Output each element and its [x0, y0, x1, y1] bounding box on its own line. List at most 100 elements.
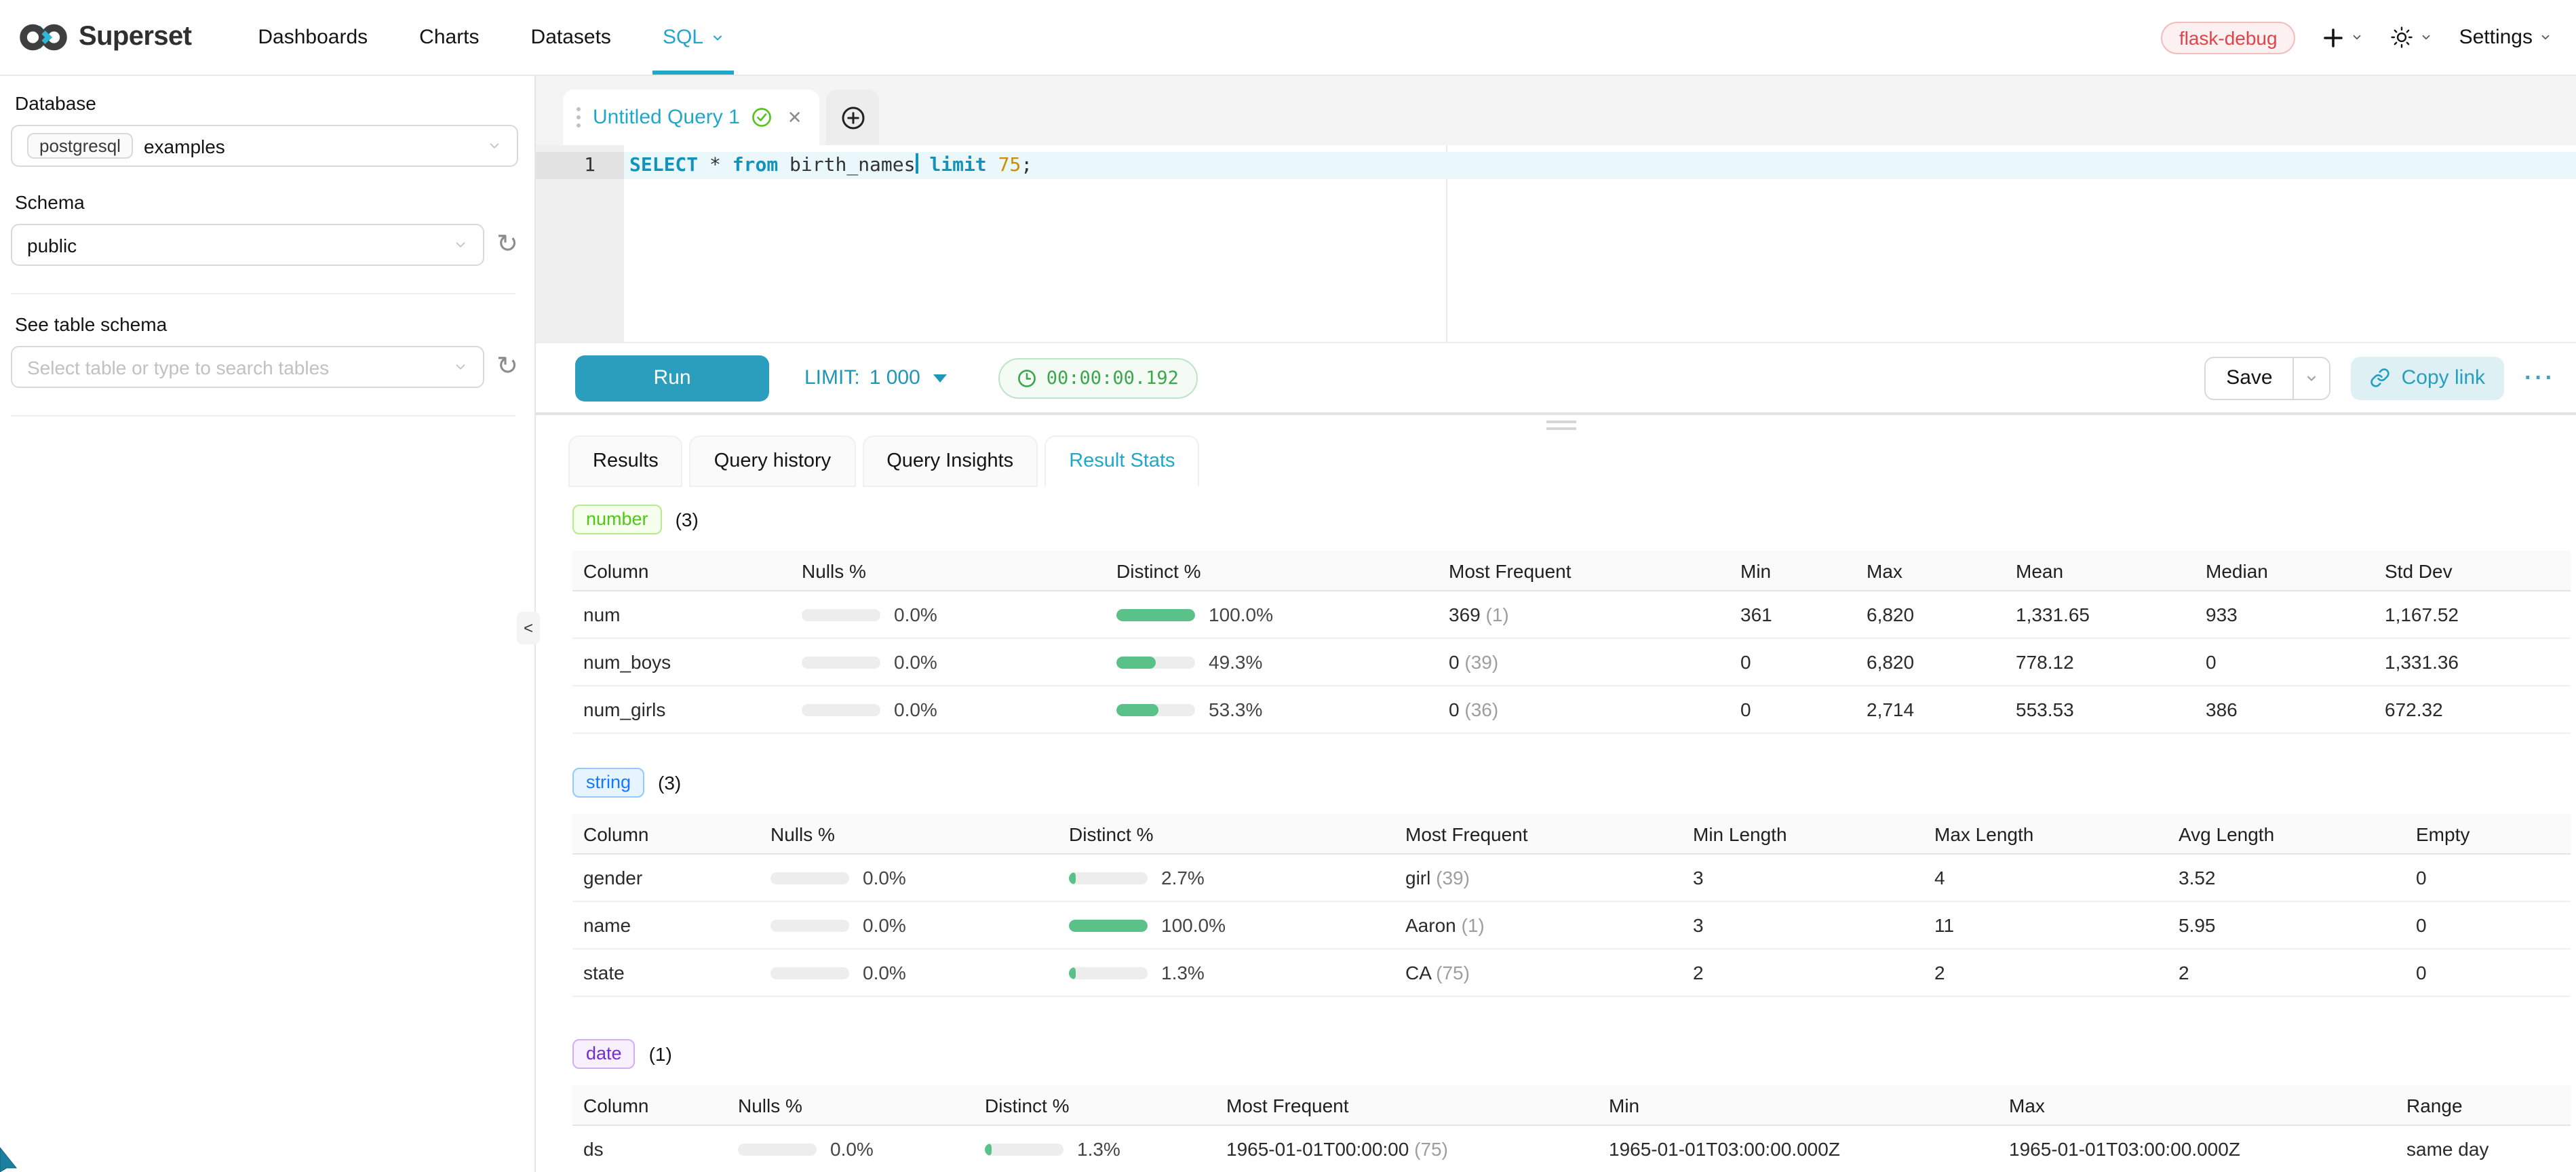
column-header: Min	[1730, 560, 1856, 581]
save-button[interactable]: Save	[2206, 357, 2292, 398]
percent-label: 0.0%	[894, 651, 937, 673]
cell-column-name: ds	[572, 1138, 727, 1160]
percent-bar	[1116, 656, 1195, 668]
limit-dropdown[interactable]: LIMIT: 1 000	[804, 366, 948, 389]
percent-bar-fill	[1069, 872, 1075, 884]
db-dialect-tag: postgresql	[27, 133, 133, 159]
percent-bar	[802, 656, 880, 668]
column-header: Avg Length	[2168, 823, 2405, 844]
column-header: Distinct %	[1106, 560, 1438, 581]
cell-percent: 0.0%	[791, 699, 1106, 720]
cell-value: 6,820	[1856, 604, 2005, 625]
collapse-sidebar-button[interactable]: <	[517, 612, 540, 644]
column-header: Median	[2195, 560, 2374, 581]
query-tab[interactable]: Untitled Query 1 ✕	[563, 90, 820, 145]
stats-section-string: string(3)ColumnNulls %Distinct %Most Fre…	[572, 768, 2571, 997]
percent-bar	[1116, 703, 1195, 716]
stats-table: ColumnNulls %Distinct %Most FrequentMinM…	[572, 1085, 2571, 1172]
new-query-tab-button[interactable]	[827, 90, 880, 145]
cell-percent: 0.0%	[760, 914, 1058, 936]
schema-label: Schema	[15, 191, 518, 213]
cell-value: 0	[1730, 651, 1856, 673]
cell-value: 0	[1730, 699, 1856, 720]
environment-badge: flask-debug	[2162, 21, 2295, 54]
close-tab-icon[interactable]: ✕	[787, 106, 802, 128]
column-header: Distinct %	[974, 1094, 1215, 1116]
column-header: Std Dev	[2374, 560, 2571, 581]
pane-resize-handle[interactable]	[536, 412, 2576, 433]
most-frequent-value: Aaron	[1405, 914, 1456, 936]
cell-column-name: num_boys	[572, 651, 791, 673]
tab-query-history[interactable]: Query history	[690, 435, 855, 487]
more-actions-button[interactable]: ···	[2524, 364, 2556, 391]
stats-table: ColumnNulls %Distinct %Most FrequentMin …	[572, 814, 2571, 997]
tab-drag-handle[interactable]	[577, 107, 581, 128]
cell-column-name: state	[572, 962, 760, 983]
column-header: Max Length	[1924, 823, 2168, 844]
new-item-button[interactable]	[2322, 26, 2363, 48]
percent-label: 49.3%	[1209, 651, 1262, 673]
theme-toggle-button[interactable]	[2390, 26, 2432, 49]
table-select[interactable]: Select table or type to search tables	[11, 346, 484, 388]
nav-item-dashboards[interactable]: Dashboards	[232, 0, 393, 75]
percent-bar-fill	[1116, 608, 1195, 621]
nav-item-label: Dashboards	[258, 26, 368, 49]
table-row: gender0.0%2.7%girl (39)343.520	[572, 855, 2571, 902]
table-schema-label: See table schema	[15, 313, 518, 335]
sidebar-divider	[11, 415, 515, 416]
section-badge-row: date(1)	[572, 1039, 2571, 1069]
most-frequent-value: CA	[1405, 962, 1430, 983]
link-icon	[2370, 368, 2391, 388]
percent-label: 100.0%	[1161, 914, 1226, 936]
nav-item-sql[interactable]: SQL	[637, 0, 751, 75]
settings-menu[interactable]: Settings	[2459, 26, 2552, 49]
nav-items: Dashboards ChartsDatasetsSQL	[232, 0, 751, 75]
nav-item-charts[interactable]: Charts	[393, 0, 505, 75]
cell-percent: 2.7%	[1058, 867, 1394, 888]
most-frequent-count: (39)	[1460, 651, 1499, 673]
column-header: Nulls %	[791, 560, 1106, 581]
percent-bar	[802, 703, 880, 716]
superset-logo[interactable]: Superset	[19, 20, 191, 54]
table-row: ds0.0%1.3%1965-01-01T00:00:00 (75)1965-0…	[572, 1126, 2571, 1172]
copy-link-button[interactable]: Copy link	[2351, 356, 2504, 399]
brand-name: Superset	[79, 22, 191, 53]
chevron-down-icon	[2351, 31, 2363, 43]
sql-editor[interactable]: 1 SELECT * from birth_names limit 75;	[536, 145, 2576, 342]
percent-bar	[1069, 919, 1148, 931]
tab-query-insights[interactable]: Query Insights	[862, 435, 1038, 487]
tab-result-stats[interactable]: Result Stats	[1045, 435, 1199, 487]
query-timer: 00:00:00.192	[999, 357, 1198, 398]
save-options-caret[interactable]	[2293, 357, 2330, 398]
schema-value: public	[27, 234, 77, 256]
tab-results[interactable]: Results	[568, 435, 683, 487]
sqllab-sidebar: Database postgresql examples Schema publ…	[0, 76, 536, 1172]
schema-select[interactable]: public	[11, 224, 484, 266]
column-count: (3)	[658, 772, 681, 794]
line-number: 1	[536, 152, 624, 179]
refresh-schemas-icon[interactable]: ↻	[496, 232, 518, 258]
resize-grip-icon	[1546, 421, 1576, 434]
cell-value: 3.52	[2168, 867, 2405, 888]
code-line: SELECT * from birth_names limit 75;	[624, 152, 2576, 179]
percent-label: 0.0%	[863, 867, 906, 888]
run-button[interactable]: Run	[575, 355, 769, 401]
column-count: (3)	[676, 509, 699, 530]
chevron-down-icon	[453, 359, 468, 374]
refresh-tables-icon[interactable]: ↻	[496, 354, 518, 380]
code-area[interactable]: SELECT * from birth_names limit 75;	[624, 145, 2576, 342]
percent-label: 0.0%	[830, 1138, 874, 1160]
percent-label: 0.0%	[894, 699, 937, 720]
cell-percent: 0.0%	[727, 1138, 974, 1160]
cell-value: 5.95	[2168, 914, 2405, 936]
column-header: Column	[572, 560, 791, 581]
database-select[interactable]: postgresql examples	[11, 125, 518, 167]
percent-label: 2.7%	[1161, 867, 1205, 888]
nav-item-datasets[interactable]: Datasets	[505, 0, 637, 75]
column-header: Column	[572, 823, 760, 844]
most-frequent-value: 0	[1449, 699, 1460, 720]
percent-bar	[1069, 872, 1148, 884]
percent-bar-fill	[985, 1143, 991, 1155]
cell-value: same day	[2396, 1138, 2571, 1160]
chevron-down-icon	[711, 31, 725, 44]
